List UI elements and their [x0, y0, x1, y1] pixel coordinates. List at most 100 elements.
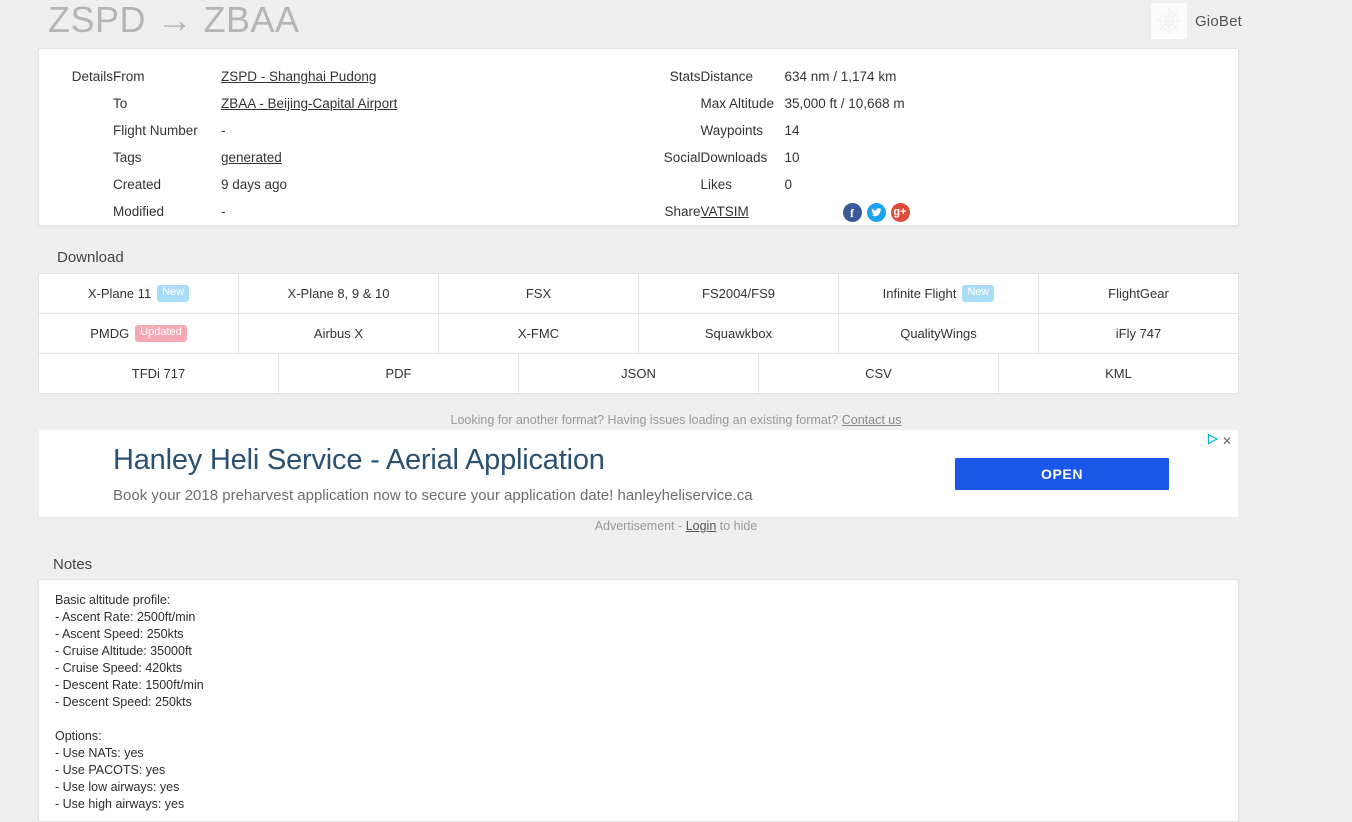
- ad-disclaimer-prefix: Advertisement -: [594, 519, 686, 533]
- stats-value-max-altitude: 35,000 ft / 10,668 m: [784, 96, 905, 111]
- download-row: X-Plane 11 New X-Plane 8, 9 & 10 FSX FS2…: [38, 273, 1239, 313]
- updated-badge: Updated: [135, 325, 187, 342]
- ad-disclaimer: Advertisement - Login to hide: [0, 519, 1352, 533]
- stats-value-waypoints: 14: [784, 123, 800, 138]
- page-title: ZSPD → ZBAA: [48, 0, 300, 40]
- download-label: FSX: [525, 286, 552, 301]
- ad-disclaimer-suffix: to hide: [716, 519, 758, 533]
- details-spacer: [39, 171, 113, 198]
- new-badge: New: [962, 285, 995, 302]
- details-row-tags: Tags generated: [39, 144, 639, 171]
- download-button-fsx[interactable]: FSX: [439, 274, 639, 313]
- details-value-from[interactable]: ZSPD - Shanghai Pudong: [221, 69, 376, 84]
- download-button-kml[interactable]: KML: [999, 354, 1238, 393]
- page-root: ZSPD → ZBAA GioBet Details From ZSPD - S…: [0, 0, 1352, 822]
- social-value-downloads: 10: [784, 150, 800, 165]
- download-row: PMDG Updated Airbus X X-FMC Squawkbox Qu…: [38, 313, 1239, 353]
- ad-open-button[interactable]: OPEN: [955, 458, 1169, 490]
- download-row: TFDi 717 PDF JSON CSV KML: [38, 353, 1239, 394]
- stats-row-distance: Stats Distance 634 nm / 1,174 km: [639, 63, 1239, 90]
- details-row-flight-number: Flight Number -: [39, 117, 639, 144]
- details-value-created: 9 days ago: [221, 177, 288, 192]
- notes-heading: Notes: [53, 556, 93, 573]
- stats-key-distance: Distance: [700, 69, 754, 84]
- download-heading: Download: [57, 249, 124, 266]
- share-row: Share VATSIM f g+: [639, 198, 1239, 225]
- details-spacer: [39, 198, 113, 225]
- download-button-pmdg[interactable]: PMDG Updated: [39, 314, 239, 353]
- brand-logo-link[interactable]: GioBet: [1150, 3, 1242, 39]
- social-value-likes: 0: [784, 177, 793, 192]
- download-button-json[interactable]: JSON: [519, 354, 759, 393]
- details-spacer: [39, 144, 113, 171]
- ad-title: Hanley Heli Service - Aerial Application: [113, 444, 605, 476]
- download-label: X-Plane 8, 9 & 10: [287, 286, 390, 301]
- stats-row-max-altitude: Max Altitude 35,000 ft / 10,668 m: [639, 90, 1239, 117]
- login-link[interactable]: Login: [686, 519, 717, 533]
- twitter-icon[interactable]: [866, 203, 886, 222]
- details-card: Details From ZSPD - Shanghai Pudong To Z…: [38, 48, 1239, 226]
- social-section-label: Social: [663, 150, 701, 165]
- download-button-flightgear[interactable]: FlightGear: [1039, 274, 1238, 313]
- download-button-qualitywings[interactable]: QualityWings: [839, 314, 1039, 353]
- social-spacer: [639, 171, 701, 198]
- download-label: PDF: [385, 366, 412, 381]
- advertisement-banner[interactable]: ✕ Hanley Heli Service - Aerial Applicati…: [38, 430, 1239, 518]
- notes-card: Basic altitude profile: - Ascent Rate: 2…: [38, 579, 1239, 822]
- details-spacer: [39, 90, 113, 117]
- download-button-pdf[interactable]: PDF: [279, 354, 519, 393]
- download-footer-text: Looking for another format? Having issue…: [450, 413, 842, 427]
- download-label: X-Plane 11: [87, 286, 152, 301]
- details-value-tags[interactable]: generated: [221, 150, 282, 165]
- download-label: KML: [1105, 366, 1132, 381]
- ad-subtitle: Book your 2018 preharvest application no…: [113, 487, 753, 504]
- giobet-logo-icon: [1150, 3, 1187, 39]
- download-button-xplane11[interactable]: X-Plane 11 New: [39, 274, 239, 313]
- download-label: FlightGear: [1108, 286, 1169, 301]
- details-row-created: Created 9 days ago: [39, 171, 639, 198]
- social-key-downloads: Downloads: [700, 150, 768, 165]
- share-vatsim-link[interactable]: VATSIM: [701, 204, 749, 219]
- share-section-label: Share: [664, 204, 701, 219]
- download-label: FS2004/FS9: [702, 286, 775, 301]
- social-row-likes: Likes 0: [639, 171, 1239, 198]
- download-button-tfdi717[interactable]: TFDi 717: [39, 354, 279, 393]
- details-value-modified: -: [221, 204, 226, 219]
- adchoices-group: ✕: [1207, 433, 1232, 448]
- download-button-ifly747[interactable]: iFly 747: [1039, 314, 1238, 353]
- stats-section-label: Stats: [669, 69, 701, 84]
- download-button-airbus-x[interactable]: Airbus X: [239, 314, 439, 353]
- google-plus-icon[interactable]: g+: [890, 203, 910, 222]
- download-label: TFDi 717: [131, 366, 186, 381]
- contact-us-link[interactable]: Contact us: [842, 413, 902, 427]
- adchoices-icon[interactable]: [1207, 433, 1219, 448]
- download-button-infinite-flight[interactable]: Infinite Flight New: [839, 274, 1039, 313]
- stats-value-distance: 634 nm / 1,174 km: [784, 69, 897, 84]
- details-column: Details From ZSPD - Shanghai Pudong To Z…: [39, 63, 639, 225]
- download-label: CSV: [865, 366, 892, 381]
- stats-spacer: [639, 117, 701, 144]
- stats-key-max-altitude: Max Altitude: [700, 96, 775, 111]
- download-label: JSON: [621, 366, 656, 381]
- details-key-tags: Tags: [113, 150, 142, 165]
- download-button-fs2004[interactable]: FS2004/FS9: [639, 274, 839, 313]
- download-label: Infinite Flight: [882, 286, 957, 301]
- download-label: QualityWings: [900, 326, 977, 341]
- download-button-xfmc[interactable]: X-FMC: [439, 314, 639, 353]
- facebook-icon[interactable]: f: [842, 203, 862, 222]
- download-button-xplane8910[interactable]: X-Plane 8, 9 & 10: [239, 274, 439, 313]
- stats-key-waypoints: Waypoints: [700, 123, 764, 138]
- details-key-created: Created: [113, 177, 162, 192]
- download-grid: X-Plane 11 New X-Plane 8, 9 & 10 FSX FS2…: [38, 273, 1239, 394]
- download-label: X-FMC: [517, 326, 560, 341]
- details-value-to[interactable]: ZBAA - Beijing-Capital Airport: [221, 96, 397, 111]
- details-value-flight-number: -: [221, 123, 226, 138]
- site-header: ZSPD → ZBAA GioBet: [0, 0, 1352, 44]
- social-row-downloads: Social Downloads 10: [639, 144, 1239, 171]
- close-icon[interactable]: ✕: [1222, 435, 1232, 447]
- download-label: Airbus X: [313, 326, 364, 341]
- download-button-csv[interactable]: CSV: [759, 354, 999, 393]
- details-key-flight-number: Flight Number: [113, 123, 198, 138]
- download-button-squawkbox[interactable]: Squawkbox: [639, 314, 839, 353]
- download-label: Squawkbox: [704, 326, 773, 341]
